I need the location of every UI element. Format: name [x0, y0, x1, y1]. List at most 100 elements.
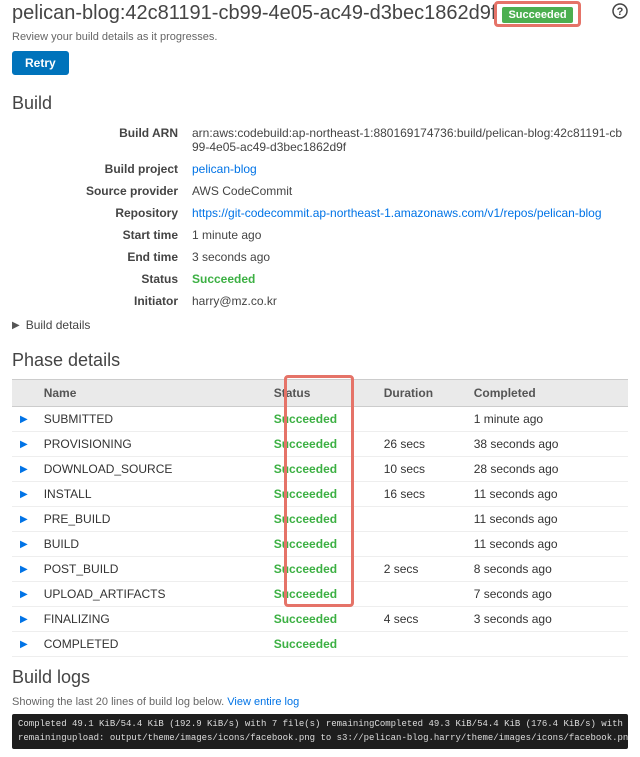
phase-completed: 8 seconds ago	[466, 557, 628, 582]
phase-duration: 2 secs	[376, 557, 466, 582]
col-duration: Duration	[376, 380, 466, 407]
detail-value: arn:aws:codebuild:ap-northeast-1:8801691…	[192, 126, 628, 154]
phase-completed: 28 seconds ago	[466, 457, 628, 482]
phase-duration	[376, 507, 466, 532]
expand-row-icon[interactable]: ▶	[12, 557, 36, 582]
table-row: ▶DOWNLOAD_SOURCESucceeded10 secs28 secon…	[12, 457, 628, 482]
page-header: pelican-blog:42c81191-cb99-4e05-ac49-d3b…	[0, 0, 640, 25]
phase-completed: 11 seconds ago	[466, 507, 628, 532]
detail-label: Initiator	[12, 294, 192, 308]
detail-value: harry@mz.co.kr	[192, 294, 628, 308]
detail-value[interactable]: pelican-blog	[192, 162, 628, 176]
phase-completed: 11 seconds ago	[466, 482, 628, 507]
detail-value: 3 seconds ago	[192, 250, 628, 264]
log-line: Completed 49.1 KiB/54.4 KiB (192.9 KiB/s…	[18, 719, 628, 729]
phase-status: Succeeded	[266, 457, 376, 482]
phase-status: Succeeded	[266, 507, 376, 532]
expand-row-icon[interactable]: ▶	[12, 457, 36, 482]
phase-status: Succeeded	[266, 432, 376, 457]
view-entire-log-link[interactable]: View entire log	[227, 696, 299, 708]
phase-table: Name Status Duration Completed ▶SUBMITTE…	[12, 379, 628, 657]
detail-row: Repositoryhttps://git-codecommit.ap-nort…	[12, 202, 628, 224]
detail-label: Build ARN	[12, 126, 192, 154]
detail-label: Start time	[12, 228, 192, 242]
phase-status: Succeeded	[266, 532, 376, 557]
phase-duration: 10 secs	[376, 457, 466, 482]
phase-name: PRE_BUILD	[36, 507, 266, 532]
section-title-build: Build	[0, 89, 640, 122]
detail-value: AWS CodeCommit	[192, 184, 628, 198]
expand-label: Build details	[26, 318, 91, 332]
actions-row: Retry	[0, 51, 640, 89]
table-row: ▶PROVISIONINGSucceeded26 secs38 seconds …	[12, 432, 628, 457]
detail-row: Source providerAWS CodeCommit	[12, 180, 628, 202]
phase-header-row: Name Status Duration Completed	[12, 380, 628, 407]
detail-row: Build projectpelican-blog	[12, 158, 628, 180]
phase-name: DOWNLOAD_SOURCE	[36, 457, 266, 482]
table-row: ▶PRE_BUILDSucceeded 11 seconds ago	[12, 507, 628, 532]
phase-name: SUBMITTED	[36, 407, 266, 432]
table-row: ▶INSTALLSucceeded16 secs11 seconds ago	[12, 482, 628, 507]
phase-completed: 7 seconds ago	[466, 582, 628, 607]
phase-status: Succeeded	[266, 557, 376, 582]
detail-row: Start time1 minute ago	[12, 224, 628, 246]
phase-status: Succeeded	[266, 482, 376, 507]
status-badge-wrap: Succeeded	[502, 7, 572, 21]
page-subtitle: Review your build details as it progress…	[0, 25, 640, 51]
detail-value: Succeeded	[192, 272, 628, 286]
build-details-list: Build ARNarn:aws:codebuild:ap-northeast-…	[0, 122, 640, 316]
phase-status: Succeeded	[266, 407, 376, 432]
phase-duration: 16 secs	[376, 482, 466, 507]
detail-row: Build ARNarn:aws:codebuild:ap-northeast-…	[12, 122, 628, 158]
expand-row-icon[interactable]: ▶	[12, 532, 36, 557]
phase-duration	[376, 632, 466, 657]
status-text: Succeeded	[192, 272, 255, 286]
phase-completed: 1 minute ago	[466, 407, 628, 432]
phase-duration	[376, 532, 466, 557]
status-badge: Succeeded	[502, 7, 572, 23]
phase-name: COMPLETED	[36, 632, 266, 657]
phase-name: UPLOAD_ARTIFACTS	[36, 582, 266, 607]
phase-completed	[466, 632, 628, 657]
logs-subtitle: Showing the last 20 lines of build log b…	[0, 696, 640, 714]
expand-build-details[interactable]: ▶ Build details	[0, 316, 640, 346]
log-line: remainingupload: output/theme/images/ico…	[18, 733, 628, 743]
table-row: ▶BUILDSucceeded11 seconds ago	[12, 532, 628, 557]
phase-duration	[376, 407, 466, 432]
expand-row-icon[interactable]: ▶	[12, 432, 36, 457]
phase-completed: 38 seconds ago	[466, 432, 628, 457]
section-title-phases: Phase details	[0, 346, 640, 379]
phase-table-wrap: Name Status Duration Completed ▶SUBMITTE…	[0, 379, 640, 663]
detail-label: Status	[12, 272, 192, 286]
expand-row-icon[interactable]: ▶	[12, 507, 36, 532]
table-row: ▶POST_BUILDSucceeded2 secs8 seconds ago	[12, 557, 628, 582]
svg-text:?: ?	[617, 6, 624, 18]
phase-duration: 26 secs	[376, 432, 466, 457]
page-title: pelican-blog:42c81191-cb99-4e05-ac49-d3b…	[12, 2, 496, 25]
detail-row: StatusSucceeded	[12, 268, 628, 290]
col-completed: Completed	[466, 380, 628, 407]
retry-button[interactable]: Retry	[12, 51, 69, 75]
expand-row-icon[interactable]: ▶	[12, 582, 36, 607]
detail-value[interactable]: https://git-codecommit.ap-northeast-1.am…	[192, 206, 628, 220]
help-icon[interactable]: ?	[612, 3, 628, 24]
expand-row-icon[interactable]: ▶	[12, 632, 36, 657]
detail-link[interactable]: https://git-codecommit.ap-northeast-1.am…	[192, 206, 602, 220]
expand-row-icon[interactable]: ▶	[12, 407, 36, 432]
detail-row: Initiatorharry@mz.co.kr	[12, 290, 628, 312]
expand-row-icon[interactable]: ▶	[12, 482, 36, 507]
table-row: ▶SUBMITTEDSucceeded 1 minute ago	[12, 407, 628, 432]
phase-name: INSTALL	[36, 482, 266, 507]
detail-link[interactable]: pelican-blog	[192, 162, 257, 176]
detail-label: Source provider	[12, 184, 192, 198]
phase-name: BUILD	[36, 532, 266, 557]
table-row: ▶UPLOAD_ARTIFACTSSucceeded7 seconds ago	[12, 582, 628, 607]
section-title-logs: Build logs	[0, 663, 640, 696]
logs-sub-text: Showing the last 20 lines of build log b…	[12, 696, 227, 708]
log-console: Completed 49.1 KiB/54.4 KiB (192.9 KiB/s…	[12, 714, 628, 749]
phase-duration	[376, 582, 466, 607]
phase-name: POST_BUILD	[36, 557, 266, 582]
table-row: ▶COMPLETEDSucceeded	[12, 632, 628, 657]
phase-status: Succeeded	[266, 632, 376, 657]
detail-label: Build project	[12, 162, 192, 176]
